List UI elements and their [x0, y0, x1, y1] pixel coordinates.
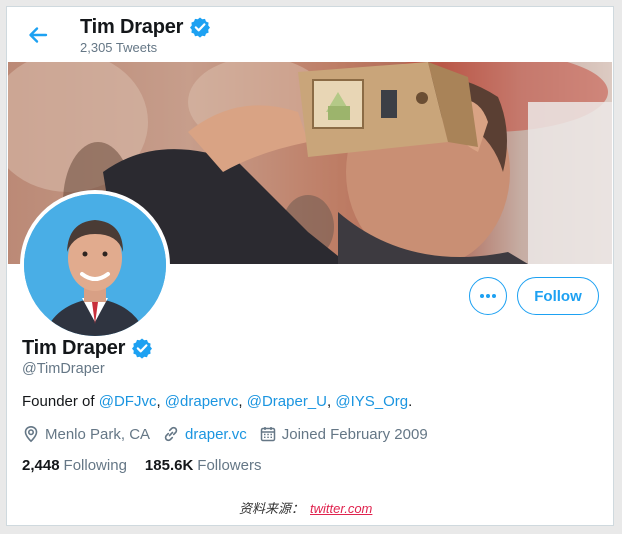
profile-avatar[interactable]	[20, 190, 170, 340]
verified-badge-icon	[189, 16, 211, 38]
location-pin-icon	[24, 425, 38, 443]
joined-text: Joined February 2009	[281, 425, 428, 443]
profile-card: Tim Draper 2,305 Tweets Follow Tim Drape…	[6, 6, 614, 526]
source-link[interactable]: twitter.com	[310, 501, 372, 516]
display-name: Tim Draper	[22, 336, 126, 359]
website-item: draper.vc	[162, 425, 247, 443]
link-icon	[164, 426, 178, 442]
website-link[interactable]: draper.vc	[185, 426, 247, 443]
header-name-row: Tim Draper	[80, 14, 211, 40]
calendar-icon	[260, 427, 275, 442]
location-item: Menlo Park, CA	[22, 425, 150, 443]
back-button[interactable]	[25, 22, 51, 48]
tweet-count: 2,305 Tweets	[80, 40, 158, 55]
followers-label: Followers	[197, 457, 262, 474]
profile-header-bar: Tim Draper 2,305 Tweets	[7, 7, 613, 63]
bio-mention-drapervc[interactable]: @drapervc	[165, 393, 239, 410]
following-count: 2,448	[22, 457, 60, 474]
user-handle: @TimDraper	[22, 361, 105, 377]
location-text: Menlo Park, CA	[45, 425, 151, 443]
following-stat[interactable]: 2,448 Following	[22, 457, 127, 474]
more-options-button[interactable]	[469, 277, 507, 315]
followers-count: 185.6K	[144, 457, 194, 474]
avatar-photo	[24, 194, 166, 336]
header-name: Tim Draper	[80, 15, 184, 38]
profile-meta-row: Menlo Park, CA draper.vc Joined February…	[22, 423, 440, 445]
bio-mention-draper-u[interactable]: @Draper_U	[247, 393, 327, 410]
bio-mention-iys-org[interactable]: @IYS_Org	[335, 393, 408, 410]
bio-mention-dfjvc[interactable]: @DFJvc	[99, 393, 157, 410]
profile-bio: Founder of @DFJvc, @drapervc, @Draper_U,…	[22, 393, 412, 410]
verified-badge-icon	[131, 337, 153, 359]
follow-stats: 2,448 Following 185.6K Followers	[22, 457, 261, 474]
followers-stat[interactable]: 185.6K Followers	[145, 457, 262, 474]
source-caption: 资料来源： twitter.com	[239, 498, 372, 517]
more-dots-icon	[480, 294, 496, 298]
bio-suffix: .	[408, 393, 413, 410]
bio-separator: ,	[156, 393, 165, 410]
bio-prefix: Founder of	[22, 393, 99, 410]
source-label: 资料来源：	[239, 501, 305, 516]
bio-separator: ,	[238, 393, 247, 410]
joined-item: Joined February 2009	[259, 425, 428, 443]
arrow-left-icon	[29, 27, 48, 43]
following-label: Following	[63, 457, 127, 474]
follow-button[interactable]: Follow	[517, 277, 599, 315]
